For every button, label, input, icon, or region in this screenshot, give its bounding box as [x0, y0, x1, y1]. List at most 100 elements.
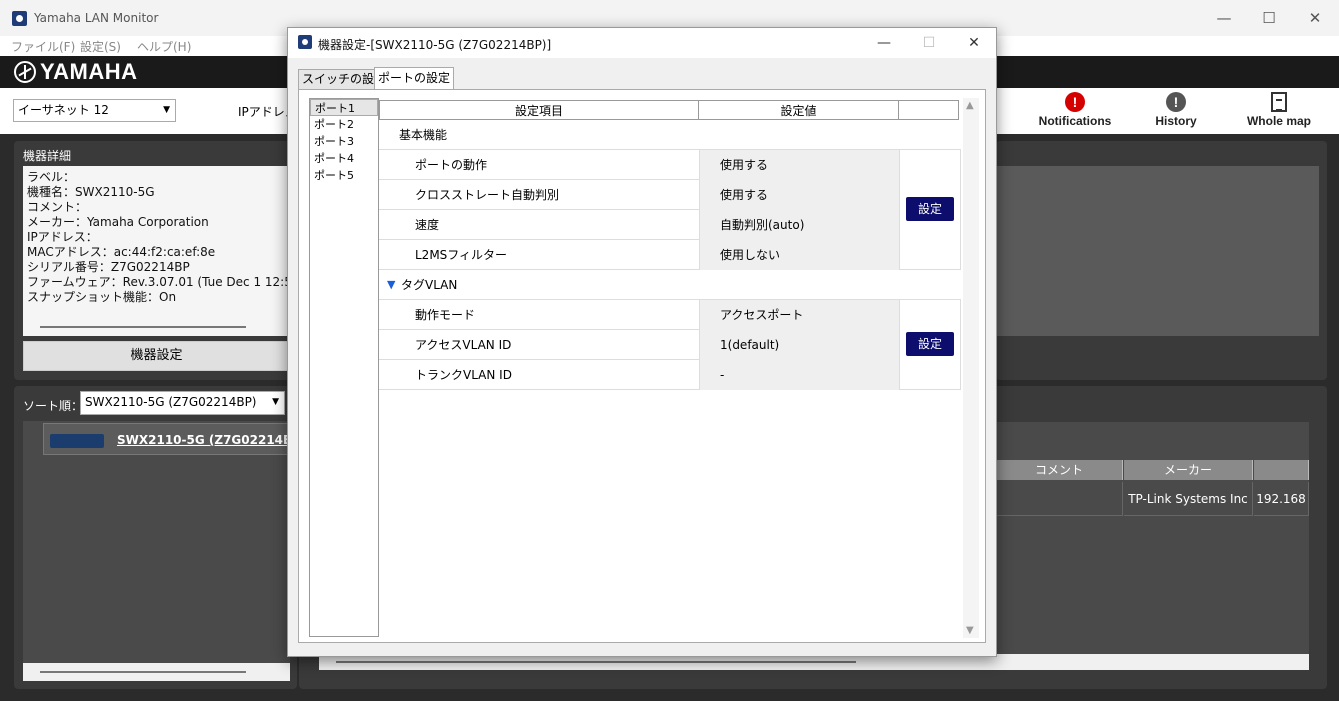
row-value: アクセスポート — [699, 300, 899, 330]
grid-row: アクセスVLAN ID 1(default) — [379, 330, 961, 360]
row-name: アクセスVLAN ID — [415, 338, 512, 352]
expand-triangle-icon[interactable]: ▼ — [387, 270, 395, 300]
port-list-item[interactable]: ポート3 — [310, 133, 378, 150]
grid-header-action — [898, 100, 959, 120]
alert-icon: ! — [1065, 92, 1085, 112]
table-header-maker[interactable]: メーカー — [1124, 460, 1253, 480]
row-value: 自動判別(auto) — [699, 210, 899, 240]
map-document-icon — [1271, 92, 1287, 112]
menu-settings[interactable]: 設定(S) — [80, 38, 121, 55]
grid-row: L2MSフィルター 使用しない — [379, 240, 961, 270]
switch-device-icon — [50, 434, 104, 448]
app-icon — [12, 11, 27, 26]
sort-label: ソート順： — [23, 399, 84, 413]
row-value: 使用する — [699, 180, 899, 210]
detail-snapshot: スナップショット機能：On — [27, 290, 177, 304]
basic-settings-button[interactable]: 設定 — [906, 197, 954, 221]
table-header-ip[interactable] — [1254, 460, 1309, 480]
notifications-label: Notifications — [1038, 114, 1112, 128]
device-detail-header: 機器詳細 — [23, 149, 72, 163]
table-cell-comment — [996, 482, 1123, 516]
grid-section-row: 基本機能 — [379, 120, 961, 150]
detail-firmware: ファームウェア：Rev.3.07.01 (Tue Dec 1 12:51:35 — [27, 275, 290, 289]
tab-port-settings[interactable]: ポートの設定 — [374, 67, 455, 89]
settings-vscrollbar[interactable]: ▲ ▼ — [963, 98, 979, 638]
dialog-close-button[interactable]: ✕ — [964, 33, 984, 53]
scroll-down-icon[interactable]: ▼ — [966, 625, 974, 636]
maximize-button[interactable]: ☐ — [1259, 8, 1279, 28]
row-name: ポートの動作 — [415, 158, 488, 172]
network-select[interactable]: イーサネット 12 ▼ — [13, 99, 176, 122]
sort-select-value: SWX2110-5G (Z7G02214BP) — [85, 395, 257, 409]
chevron-down-icon: ▼ — [272, 397, 279, 407]
device-table: コメント メーカー TP-Link Systems Inc 192.168 — [996, 422, 1309, 654]
port-list: ポート1 ポート2 ポート3 ポート4 ポート5 — [309, 98, 379, 637]
row-name: 動作モード — [415, 308, 476, 322]
vlan-button-cell: 設定 — [899, 300, 961, 390]
grid-header-item: 設定項目 — [379, 100, 699, 120]
row-name: L2MSフィルター — [415, 248, 508, 262]
detail-hscrollbar[interactable] — [40, 326, 246, 328]
row-value: - — [699, 360, 899, 390]
detail-label: ラベル： — [27, 170, 76, 184]
dialog-title: 機器設定-[SWX2110-5G (Z7G02214BP)] — [318, 38, 552, 52]
port-list-item[interactable]: ポート1 — [310, 99, 378, 116]
table-header-comment[interactable]: コメント — [996, 460, 1123, 480]
grid-row: 速度 自動判別(auto) — [379, 210, 961, 240]
history-button[interactable]: ! History — [1150, 92, 1202, 128]
main-window: Yamaha LAN Monitor — ☐ ✕ ファイル(F) 設定(S) ヘ… — [0, 0, 1339, 701]
whole-map-button[interactable]: Whole map — [1245, 92, 1313, 128]
device-list-hscrollbar[interactable] — [40, 671, 246, 673]
dialog-minimize-button[interactable]: — — [874, 33, 894, 53]
minimize-button[interactable]: — — [1214, 8, 1234, 28]
section-vlan-label: タグVLAN — [401, 278, 458, 292]
window-title: Yamaha LAN Monitor — [34, 11, 159, 25]
section-basic-label: 基本機能 — [399, 128, 448, 142]
table-cell-ip: 192.168 — [1254, 482, 1309, 516]
row-value: 使用しない — [699, 240, 899, 270]
brand-logo-text: YAMAHA — [40, 59, 138, 84]
yamaha-logo-icon — [14, 61, 36, 83]
history-icon: ! — [1166, 92, 1186, 112]
dialog-maximize-button[interactable]: ☐ — [919, 33, 939, 53]
port-settings-tab-body: ポート1 ポート2 ポート3 ポート4 ポート5 設定項目 設定値 基本機能 ポ… — [298, 89, 986, 643]
row-name: 速度 — [415, 218, 440, 232]
port-list-item[interactable]: ポート2 — [310, 116, 378, 133]
chevron-down-icon: ▼ — [163, 105, 170, 115]
vlan-settings-button[interactable]: 設定 — [906, 332, 954, 356]
row-name: クロスストレート自動判別 — [415, 188, 560, 202]
device-list-item[interactable]: SWX2110-5G (Z7G02214BP) — [43, 423, 306, 455]
device-detail-box: ラベル： 機種名：SWX2110-5G コメント： メーカー：Yamaha Co… — [23, 166, 290, 336]
network-select-value: イーサネット 12 — [18, 103, 109, 117]
row-name: トランクVLAN ID — [415, 368, 512, 382]
grid-row: トランクVLAN ID - — [379, 360, 961, 390]
grid-row: 動作モード アクセスポート — [379, 300, 961, 330]
scroll-up-icon[interactable]: ▲ — [966, 100, 974, 111]
row-value: 使用する — [699, 150, 899, 180]
app-icon — [298, 35, 312, 49]
detail-serial: シリアル番号：Z7G02214BP — [27, 260, 190, 274]
close-button[interactable]: ✕ — [1305, 8, 1325, 28]
detail-comment: コメント： — [27, 200, 88, 214]
port-list-item[interactable]: ポート5 — [310, 167, 378, 184]
device-settings-dialog: 機器設定-[SWX2110-5G (Z7G02214BP)] — ☐ ✕ スイッ… — [287, 27, 997, 657]
menu-file[interactable]: ファイル(F) — [11, 38, 75, 55]
settings-grid: 設定項目 設定値 基本機能 ポートの動作 使用する クロスストレート自動判別 使… — [379, 100, 961, 640]
device-list-hscrollbar-track — [23, 663, 290, 681]
detail-ip: IPアドレス： — [27, 230, 98, 244]
sort-select[interactable]: SWX2110-5G (Z7G02214BP) ▼ — [80, 391, 285, 415]
whole-map-label: Whole map — [1246, 114, 1311, 128]
table-hscrollbar[interactable] — [336, 661, 856, 663]
port-list-item[interactable]: ポート4 — [310, 150, 378, 167]
detail-maker: メーカー：Yamaha Corporation — [27, 215, 209, 229]
detail-mac: MACアドレス：ac:44:f2:ca:ef:8e — [27, 245, 216, 259]
device-name-link[interactable]: SWX2110-5G (Z7G02214BP) — [117, 433, 306, 447]
notifications-button[interactable]: ! Notifications — [1036, 92, 1114, 128]
table-cell-maker: TP-Link Systems Inc — [1124, 482, 1253, 516]
device-settings-button[interactable]: 機器設定 — [23, 341, 290, 371]
detail-model: 機種名：SWX2110-5G — [27, 185, 155, 199]
grid-row: ポートの動作 使用する — [379, 150, 961, 180]
grid-section-row[interactable]: ▼ タグVLAN — [379, 270, 961, 300]
menu-help[interactable]: ヘルプ(H) — [137, 38, 191, 55]
grid-row: クロスストレート自動判別 使用する — [379, 180, 961, 210]
